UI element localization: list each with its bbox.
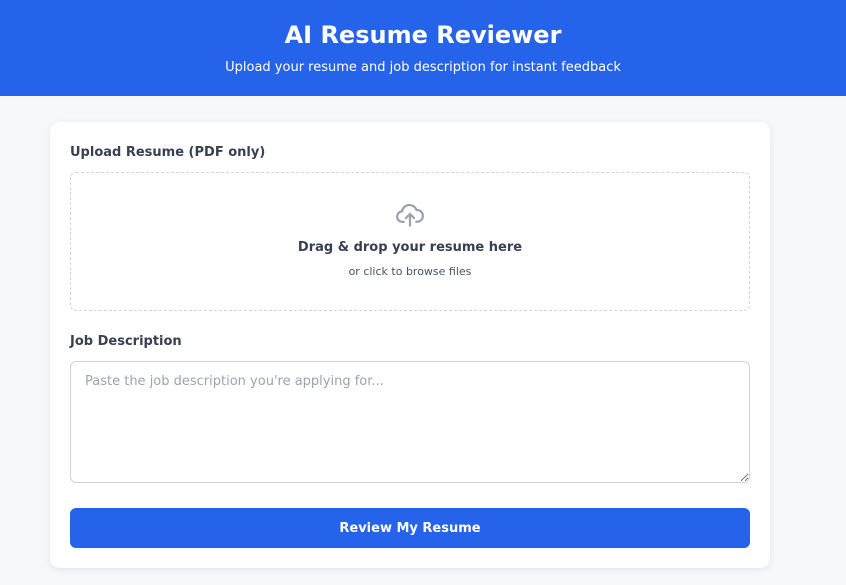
cloud-upload-icon bbox=[396, 203, 424, 227]
app-header: AI Resume Reviewer Upload your resume an… bbox=[0, 0, 846, 96]
review-resume-button[interactable]: Review My Resume bbox=[70, 508, 750, 548]
resume-form-card: Upload Resume (PDF only) Drag & drop you… bbox=[50, 122, 770, 568]
browse-files-text: or click to browse files bbox=[348, 265, 472, 278]
job-description-textarea[interactable] bbox=[70, 361, 750, 483]
page-title: AI Resume Reviewer bbox=[284, 21, 562, 49]
resume-dropzone[interactable]: Drag & drop your resume here or click to… bbox=[70, 172, 750, 311]
job-description-label: Job Description bbox=[70, 334, 182, 349]
dropzone-title: Drag & drop your resume here bbox=[297, 240, 523, 255]
page-subtitle: Upload your resume and job description f… bbox=[225, 60, 621, 75]
upload-resume-label: Upload Resume (PDF only) bbox=[70, 145, 266, 160]
